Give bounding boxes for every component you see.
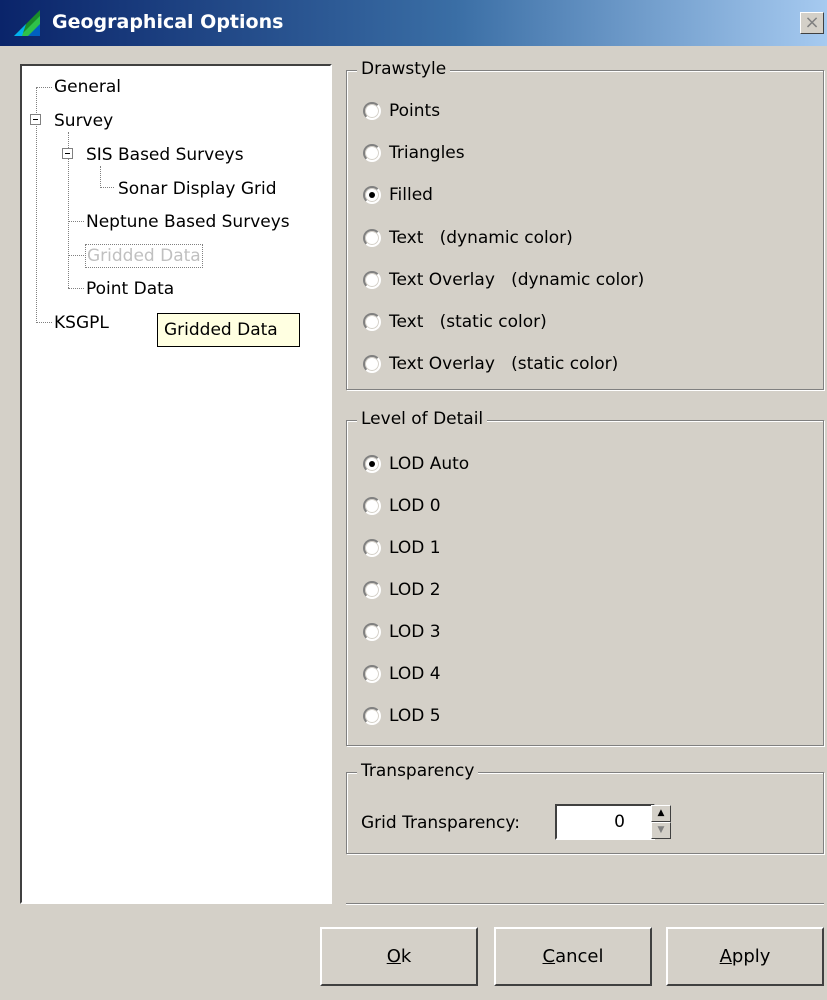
tree-line [100,166,101,188]
options-tree[interactable]: General Survey SIS Based Surveys Sonar D… [20,64,332,904]
radio-filled[interactable]: Filled [363,183,433,207]
collapse-icon[interactable] [62,148,73,159]
geographical-options-dialog: Geographical Options × General Survey SI… [0,0,827,1000]
tree-item-gridded-data[interactable]: Gridded Data [85,244,203,268]
radio-points[interactable]: Points [363,99,440,123]
tree-line [68,288,84,289]
tree-line [36,87,52,88]
ok-button[interactable]: Ok [320,927,478,986]
radio-text-dynamic[interactable]: Text (dynamic color) [363,226,573,250]
drawstyle-legend: Drawstyle [357,59,451,79]
drawstyle-group: Drawstyle Points Triangles Filled Text (… [346,59,824,390]
tree-item-neptune-based-surveys[interactable]: Neptune Based Surveys [86,211,290,233]
radio-lod-5[interactable]: LOD 5 [363,704,441,728]
triangle-down-icon: ▼ [657,825,665,835]
tree-item-survey[interactable]: Survey [54,110,113,132]
radio-lod-1[interactable]: LOD 1 [363,536,441,560]
radio-button[interactable] [363,623,381,641]
radio-button[interactable] [363,313,381,331]
tree-line [36,322,52,323]
tree-line [100,187,114,188]
radio-button[interactable] [363,271,381,289]
radio-label: LOD 0 [389,496,441,516]
radio-lod-3[interactable]: LOD 3 [363,620,441,644]
cancel-mnemonic: C [542,946,556,967]
radio-button[interactable] [363,229,381,247]
collapse-icon[interactable] [30,114,41,125]
level-of-detail-legend: Level of Detail [357,409,488,429]
radio-triangles[interactable]: Triangles [363,141,465,165]
level-of-detail-group: Level of Detail LOD Auto LOD 0 LOD 1 LOD… [346,409,824,746]
grid-transparency-label: Grid Transparency: [361,813,520,833]
radio-label: Triangles [389,143,465,163]
radio-lod-2[interactable]: LOD 2 [363,578,441,602]
radio-label: Text Overlay (static color) [389,354,619,374]
ok-mnemonic: O [386,946,401,967]
cancel-label: ancel [555,946,604,967]
spin-up-button[interactable]: ▲ [651,805,671,822]
globe-app-icon [14,10,40,36]
radio-lod-4[interactable]: LOD 4 [363,662,441,686]
triangle-up-icon: ▲ [657,808,665,818]
transparency-legend: Transparency [357,761,479,781]
radio-text-static[interactable]: Text (static color) [363,310,547,334]
radio-button[interactable] [363,665,381,683]
radio-lod-auto[interactable]: LOD Auto [363,452,469,476]
radio-label: Text (dynamic color) [389,228,573,248]
radio-text-overlay-static[interactable]: Text Overlay (static color) [363,352,618,376]
transparency-group: Transparency Grid Transparency: 0 ▲ ▼ [346,761,824,854]
radio-label: Points [389,101,441,121]
tree-item-general[interactable]: General [54,76,121,98]
radio-label: Text Overlay (dynamic color) [389,270,645,290]
radio-button[interactable] [363,581,381,599]
radio-text-overlay-dynamic[interactable]: Text Overlay (dynamic color) [363,268,644,292]
apply-button[interactable]: Apply [666,927,824,986]
radio-button[interactable] [363,539,381,557]
radio-label: LOD 1 [389,538,441,558]
ok-label: k [400,946,412,967]
radio-label: LOD 3 [389,622,441,642]
radio-button[interactable] [363,144,381,162]
tree-line [68,255,84,256]
window-title: Geographical Options [52,11,284,33]
apply-label: pply [731,946,771,967]
radio-button[interactable] [363,355,381,373]
title-bar[interactable]: Geographical Options × [0,0,827,46]
close-icon: × [804,12,820,33]
apply-mnemonic: A [719,946,732,967]
cancel-button[interactable]: Cancel [494,927,652,986]
separator [346,903,824,905]
tree-item-point-data[interactable]: Point Data [86,278,174,300]
tooltip: Gridded Data [157,313,300,347]
tree-item-sis-based-surveys[interactable]: SIS Based Surveys [86,144,244,166]
tree-item-sonar-display-grid[interactable]: Sonar Display Grid [118,178,277,200]
radio-label: Text (static color) [389,312,547,332]
tree-item-ksgpl[interactable]: KSGPL [54,312,109,334]
radio-button[interactable] [363,102,381,120]
radio-button[interactable] [363,186,381,204]
radio-lod-0[interactable]: LOD 0 [363,494,441,518]
spin-down-button[interactable]: ▼ [651,822,671,839]
tree-line [68,221,84,222]
radio-button[interactable] [363,455,381,473]
grid-transparency-input[interactable]: 0 [555,804,655,840]
radio-label: LOD 2 [389,580,441,600]
radio-label: LOD 5 [389,706,441,726]
radio-label: LOD Auto [389,454,470,474]
radio-button[interactable] [363,497,381,515]
radio-button[interactable] [363,707,381,725]
close-button[interactable]: × [800,12,824,34]
radio-label: Filled [389,185,433,205]
radio-label: LOD 4 [389,664,441,684]
